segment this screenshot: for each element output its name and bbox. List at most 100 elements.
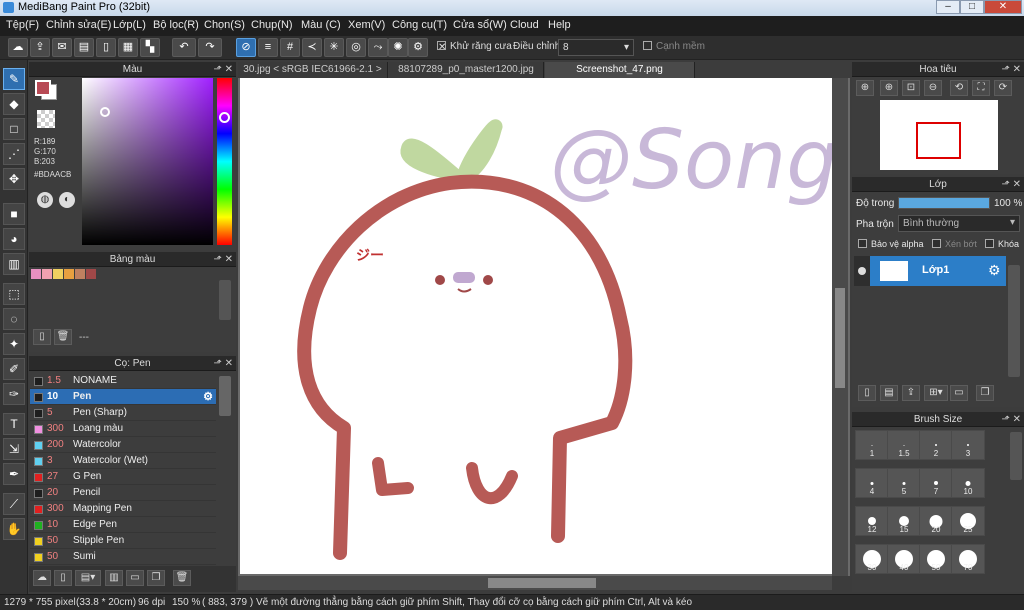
- page-icon[interactable]: ▯: [96, 38, 116, 57]
- gradient-tool-icon[interactable]: ▥: [3, 253, 25, 275]
- canvas-vertical-thumb[interactable]: [835, 288, 845, 388]
- panel-controls-icon[interactable]: ⬏ ✕: [213, 356, 233, 371]
- divide-tool-icon[interactable]: ✒: [3, 463, 25, 485]
- clip-toggle[interactable]: Xén bớt: [932, 239, 977, 249]
- menu-cloud[interactable]: Cloud: [510, 19, 539, 31]
- duplicate-layer-icon[interactable]: ❐: [976, 385, 994, 401]
- select-rect-tool-icon[interactable]: ⬚: [3, 283, 25, 305]
- transparent-color-icon[interactable]: [37, 110, 55, 128]
- menu-color[interactable]: Màu (C): [301, 19, 341, 31]
- share-icon[interactable]: ⇪: [30, 38, 50, 57]
- dot-tool-icon[interactable]: ⋰: [3, 143, 25, 165]
- rotate-left-icon[interactable]: ⟲: [950, 80, 968, 96]
- tab-30-jpg[interactable]: 30.jpg < sRGB IEC61966-2.1 >: [238, 62, 388, 78]
- brush-size-option[interactable]: 12: [855, 506, 889, 536]
- layer-folder-icon[interactable]: ▭: [950, 385, 968, 401]
- tab-screenshot-47[interactable]: Screenshot_47.png: [545, 62, 695, 78]
- brush-item[interactable]: 5 Pen (Sharp): [30, 405, 216, 421]
- brush-item[interactable]: 27 G Pen: [30, 469, 216, 485]
- brush-settings-icon[interactable]: ▥: [105, 570, 123, 586]
- zoom-in-alt-icon[interactable]: ⊕: [880, 80, 898, 96]
- brush-size-scrollbar[interactable]: [1010, 432, 1022, 480]
- new-palette-icon[interactable]: ▯: [33, 329, 51, 345]
- brush-item[interactable]: 10 Pen ⚙: [30, 389, 216, 405]
- canvas-horizontal-thumb[interactable]: [488, 578, 596, 588]
- canvas-horizontal-scrollbar[interactable]: [238, 576, 832, 590]
- select-eraser-tool-icon[interactable]: ✑: [3, 383, 25, 405]
- brush-item[interactable]: 10 Edge Pen: [30, 517, 216, 533]
- select-pen-tool-icon[interactable]: ✐: [3, 358, 25, 380]
- brush-size-option[interactable]: 50: [919, 544, 953, 574]
- new-layer-alt-icon[interactable]: ▤: [880, 385, 898, 401]
- palette-wheel-icon[interactable]: ◍: [37, 192, 53, 208]
- eyedropper-tool-icon[interactable]: ⟋: [3, 493, 25, 515]
- move-tool-icon[interactable]: ✥: [3, 168, 25, 190]
- opacity-slider[interactable]: [898, 197, 990, 209]
- brush-item[interactable]: 300 Mapping Pen: [30, 501, 216, 517]
- palette-swatch[interactable]: [53, 269, 63, 279]
- cloud-save-icon[interactable]: ☁: [8, 38, 28, 57]
- close-button[interactable]: ✕: [984, 0, 1022, 14]
- hue-slider[interactable]: [217, 78, 232, 245]
- menu-capture[interactable]: Chụp(N): [251, 19, 293, 31]
- parallel-snap-icon[interactable]: ≡: [258, 38, 278, 57]
- grid-snap-icon[interactable]: #: [280, 38, 300, 57]
- antialias-checkbox[interactable]: ✕: [437, 40, 446, 53]
- hand-tool-icon[interactable]: ✋: [3, 518, 25, 540]
- smooth-checkbox[interactable]: [643, 40, 652, 50]
- fit-icon[interactable]: ⊡: [902, 80, 920, 96]
- perspective-icon[interactable]: ✺: [388, 38, 408, 57]
- brush-size-option[interactable]: 20: [919, 506, 953, 536]
- zoom-out-icon[interactable]: ⊖: [924, 80, 942, 96]
- menu-layer[interactable]: Lớp(L): [113, 19, 146, 31]
- saturation-value-picker[interactable]: [82, 78, 213, 245]
- layer-visibility-icon[interactable]: [858, 267, 866, 275]
- eraser-tool-icon[interactable]: ◆: [3, 93, 25, 115]
- pages-icon[interactable]: ▦: [118, 38, 138, 57]
- tab-88107289[interactable]: 88107289_p0_master1200.jpg: [389, 62, 544, 78]
- navigator-preview[interactable]: [880, 100, 998, 170]
- panel-controls-icon[interactable]: ⬏ ✕: [213, 252, 233, 267]
- no-snap-icon[interactable]: ⊘: [236, 38, 256, 57]
- palette-swatch[interactable]: [31, 269, 41, 279]
- menu-filter[interactable]: Bộ lọc(R): [153, 19, 199, 31]
- maximize-button[interactable]: □: [960, 0, 984, 14]
- circle-snap-icon[interactable]: ◎: [346, 38, 366, 57]
- brush-item[interactable]: 300 Loang màu: [30, 421, 216, 437]
- brush-folder-icon[interactable]: ▭: [126, 570, 144, 586]
- menu-file[interactable]: Tệp(F): [6, 19, 39, 31]
- cloud-brush-icon[interactable]: ☁: [33, 570, 51, 586]
- brush-item[interactable]: 1.5 NONAME: [30, 373, 216, 389]
- zoom-in-icon[interactable]: ⊕: [856, 80, 874, 96]
- redo-icon[interactable]: ↷: [198, 38, 222, 57]
- adjust-select[interactable]: 8 ▾: [558, 39, 634, 56]
- tweet-icon[interactable]: ▤: [74, 38, 94, 57]
- menu-tools[interactable]: Công cụ(T): [392, 19, 447, 31]
- brush-settings-icon[interactable]: ⚙: [203, 390, 213, 403]
- add-brush-icon[interactable]: ▤▾: [75, 570, 101, 586]
- brush-size-option[interactable]: 3: [951, 430, 985, 460]
- brush-item[interactable]: 3 Watercolor (Wet): [30, 453, 216, 469]
- import-layer-icon[interactable]: ⇪: [902, 385, 920, 401]
- brush-size-option[interactable]: 2: [919, 430, 953, 460]
- comment-icon[interactable]: ✉: [52, 38, 72, 57]
- palette-swatch[interactable]: [64, 269, 74, 279]
- drawing-canvas[interactable]: ジー @Song: [240, 78, 838, 574]
- delete-palette-icon[interactable]: 🗑: [54, 329, 72, 345]
- add-layer-menu-icon[interactable]: ⊞▾: [924, 385, 948, 401]
- brush-size-option[interactable]: 10: [951, 468, 985, 498]
- brush-size-option[interactable]: 4: [855, 468, 889, 498]
- palette-swatch[interactable]: [42, 269, 52, 279]
- primary-color-swatch[interactable]: [35, 80, 51, 96]
- brush-size-option[interactable]: 30: [855, 544, 889, 574]
- brush-size-option[interactable]: 25: [951, 506, 985, 536]
- snap-settings-icon[interactable]: ⚙: [408, 38, 428, 57]
- menu-select[interactable]: Chọn(S): [204, 19, 245, 31]
- color-picker-cursor[interactable]: [100, 107, 110, 117]
- menu-edit[interactable]: Chỉnh sửa(E): [46, 19, 111, 31]
- navigator-viewport[interactable]: [916, 122, 961, 159]
- panel-controls-icon[interactable]: ⬏ ✕: [213, 62, 233, 77]
- protect-alpha-checkbox[interactable]: [858, 239, 867, 249]
- menu-help[interactable]: Help: [548, 19, 571, 31]
- brush-size-option[interactable]: 70: [951, 544, 985, 574]
